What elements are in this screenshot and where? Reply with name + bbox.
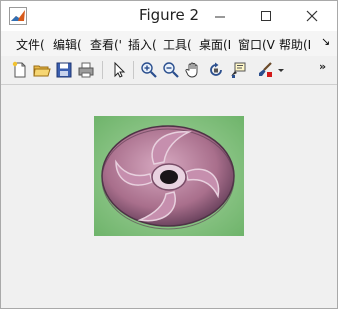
menu-edit[interactable]: 编辑(: [53, 36, 82, 53]
menu-overflow-arrow[interactable]: ↘: [321, 35, 330, 48]
toolbar-overflow[interactable]: »: [319, 60, 326, 73]
open-file-icon[interactable]: [33, 61, 51, 79]
menu-help[interactable]: 帮助(I: [279, 36, 311, 53]
title-bar[interactable]: Figure 2: [1, 1, 337, 31]
pan-hand-icon[interactable]: [184, 61, 202, 79]
maximize-icon: [261, 11, 271, 21]
figure-toolbar: »: [1, 57, 337, 83]
brush-icon[interactable]: [256, 61, 274, 79]
new-figure-icon[interactable]: [11, 61, 29, 79]
minimize-icon: [215, 16, 225, 18]
toolbar-divider: [1, 84, 337, 85]
print-icon[interactable]: [77, 61, 95, 79]
toolbar-separator: [102, 61, 103, 79]
figure-window: Figure 2 文件( 编辑( 查看(' 插入( 工具( 桌面(I 窗口(V …: [0, 0, 338, 309]
zoom-out-icon[interactable]: [162, 61, 180, 79]
close-icon: [306, 10, 318, 22]
dropdown-arrow-icon[interactable]: [276, 61, 286, 79]
minimize-button[interactable]: [197, 1, 243, 30]
select-arrow-icon[interactable]: [110, 61, 128, 79]
zoom-in-icon[interactable]: [140, 61, 158, 79]
save-icon[interactable]: [55, 61, 73, 79]
rotate-3d-icon[interactable]: [207, 61, 225, 79]
menu-bar: 文件( 编辑( 查看(' 插入( 工具( 桌面(I 窗口(V 帮助(I ↘: [1, 31, 337, 56]
menu-file[interactable]: 文件(: [16, 36, 45, 53]
data-cursor-icon[interactable]: [229, 61, 247, 79]
menu-desktop[interactable]: 桌面(I: [199, 36, 231, 53]
menu-insert[interactable]: 插入(: [128, 36, 157, 53]
impeller-photo: [94, 116, 244, 236]
close-button[interactable]: [289, 1, 335, 30]
menu-window[interactable]: 窗口(V: [238, 36, 275, 53]
menu-tools[interactable]: 工具(: [163, 36, 192, 53]
maximize-button[interactable]: [243, 1, 289, 30]
toolbar-separator: [133, 61, 134, 79]
menu-view[interactable]: 查看(': [90, 36, 122, 53]
